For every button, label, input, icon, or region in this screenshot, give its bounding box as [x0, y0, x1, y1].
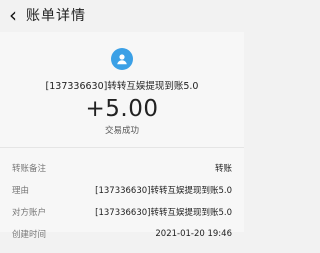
detail-value: [137336630]转转互娱提现到账5.0 [95, 208, 232, 218]
user-icon [117, 54, 127, 65]
counterparty-name: [137336630]转转互娱提现到账5.0 [45, 81, 199, 92]
detail-row-account: 对方账户 [137336630]转转互娱提现到账5.0 [0, 201, 244, 223]
app-header: ‹ 账单详情 [0, 0, 244, 30]
detail-label: 创建时间 [12, 230, 47, 240]
detail-row-reason: 理由 [137336630]转转互娱提现到账5.0 [0, 179, 244, 201]
detail-value: 转账 [214, 164, 232, 174]
bill-detail-card: [137336630]转转互娱提现到账5.0 +5.00 交易成功 转账备注 转… [0, 32, 244, 240]
page-title: 账单详情 [26, 8, 86, 24]
divider [0, 147, 244, 148]
detail-label: 对方账户 [12, 208, 47, 218]
avatar [111, 48, 133, 70]
back-button[interactable]: ‹ [0, 0, 26, 30]
detail-label: 转账备注 [12, 164, 47, 174]
amount: +5.00 [85, 96, 159, 122]
detail-row-time: 创建时间 2021-01-20 19:46 [0, 223, 244, 245]
chevron-left-icon: ‹ [9, 3, 17, 27]
status-text: 交易成功 [104, 126, 139, 136]
detail-label: 理由 [12, 186, 30, 196]
detail-row-remark: 转账备注 转账 [0, 157, 244, 179]
detail-value: [137336630]转转互娱提现到账5.0 [95, 186, 232, 196]
detail-value: 2021-01-20 19:46 [155, 229, 232, 239]
